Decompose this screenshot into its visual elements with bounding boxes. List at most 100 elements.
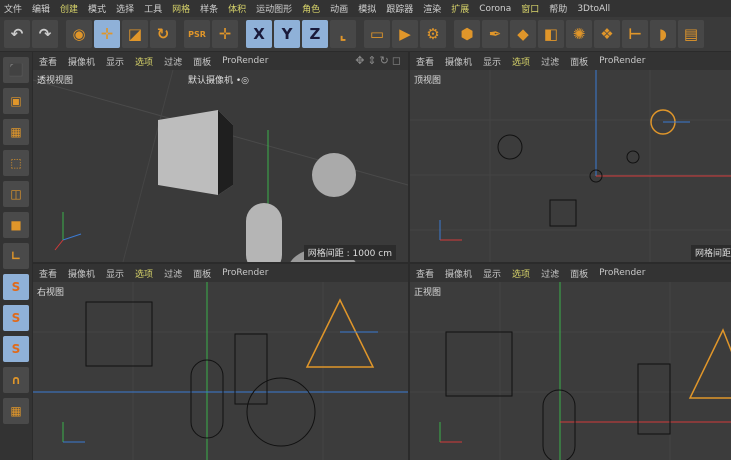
texture-mode-button[interactable]: ▦	[3, 119, 29, 145]
menu-item[interactable]: 样条	[200, 2, 218, 15]
pen-icon: ✒	[488, 25, 502, 43]
snap-button[interactable]: S	[3, 274, 29, 300]
texture-mode-icon: ▦	[10, 125, 22, 139]
viewport-top[interactable]: 查看 摄像机 显示 选项 过滤 面板 ProRender 顶视图 网格间距	[410, 52, 731, 262]
snap-3d-icon: S	[11, 342, 21, 356]
render-view-button[interactable]: ▭	[364, 20, 390, 48]
scale-button[interactable]: ◪	[122, 20, 148, 48]
snap-settings-icon: S	[11, 311, 21, 325]
viewport-right[interactable]: 查看 摄像机 显示 选项 过滤 面板 ProRender 右视图	[33, 264, 408, 460]
viewport-menu-item[interactable]: 查看	[39, 55, 57, 68]
extrude-button[interactable]: ◧	[538, 20, 564, 48]
deformer-button[interactable]: ⊢	[622, 20, 648, 48]
viewport-menu-item[interactable]: 面板	[193, 55, 211, 68]
z-axis-button[interactable]: Z	[302, 20, 328, 48]
viewport-menu-item[interactable]: 面板	[570, 55, 588, 68]
redo-button[interactable]: ↷	[32, 20, 58, 48]
viewport-menu-item[interactable]: ProRender	[599, 56, 645, 66]
move-button[interactable]: ✛	[94, 20, 120, 48]
menu-item[interactable]: 编辑	[32, 2, 50, 15]
world-coord-button[interactable]: ⌞	[330, 20, 356, 48]
viewport-menu-item[interactable]: 选项	[135, 267, 153, 280]
viewport-menu-item[interactable]: 摄像机	[68, 267, 95, 280]
menu-item[interactable]: 网格	[172, 2, 190, 15]
viewport-menu-item[interactable]: ProRender	[222, 56, 268, 66]
select-button[interactable]: ◉	[66, 20, 92, 48]
menu-item[interactable]: 运动图形	[256, 2, 292, 15]
menu-item[interactable]: 模拟	[358, 2, 376, 15]
y-axis-button[interactable]: Y	[274, 20, 300, 48]
viewport-menu-item[interactable]: 面板	[193, 267, 211, 280]
field-button[interactable]: ◗	[650, 20, 676, 48]
viewport-perspective[interactable]: 查看 摄像机 显示 选项 过滤 面板 ProRender ✥⇕↻◻ 透视视图 默认摄像机 •…	[33, 52, 408, 262]
viewport-menu-item[interactable]: 显示	[106, 55, 124, 68]
menu-item[interactable]: 模式	[88, 2, 106, 15]
menu-item[interactable]: 窗口	[521, 2, 539, 15]
pen-button[interactable]: ✒	[482, 20, 508, 48]
menu-item[interactable]: 扩展	[451, 2, 469, 15]
viewport-menu-item[interactable]: 摄像机	[445, 55, 472, 68]
viewport-menu-item[interactable]: 过滤	[164, 55, 182, 68]
snap-3d-button[interactable]: S	[3, 336, 29, 362]
menu-item[interactable]: 创建	[60, 2, 78, 15]
menu-item[interactable]: 角色	[302, 2, 320, 15]
menu-item[interactable]: 3DtoAll	[577, 4, 610, 14]
menu-item[interactable]: 动画	[330, 2, 348, 15]
axis-button[interactable]: ✛	[212, 20, 238, 48]
menu-item[interactable]: 体积	[228, 2, 246, 15]
viewport-menu-item[interactable]: 摄像机	[68, 55, 95, 68]
render-settings-button[interactable]: ⚙	[420, 20, 446, 48]
psr-button[interactable]: PSR	[184, 20, 210, 48]
viewport-menu-item[interactable]: 选项	[135, 55, 153, 68]
viewport-menu-item[interactable]: 选项	[512, 267, 530, 280]
cloner-button[interactable]: ✺	[566, 20, 592, 48]
cloner-icon: ✺	[572, 25, 586, 43]
undo-button[interactable]: ↶	[4, 20, 30, 48]
viewport-menu-item[interactable]: 选项	[512, 55, 530, 68]
viewport-menu-item[interactable]: 查看	[416, 55, 434, 68]
viewport-nav-icons[interactable]: ✥⇕↻◻	[355, 54, 404, 67]
viewport-menu-item[interactable]: 显示	[483, 267, 501, 280]
viewport-menu-item[interactable]: 过滤	[541, 267, 559, 280]
viewport-menu-item[interactable]: 摄像机	[445, 267, 472, 280]
menu-item[interactable]: 选择	[116, 2, 134, 15]
polygons-mode-button[interactable]: ■	[3, 212, 29, 238]
edges-mode-button[interactable]: ◫	[3, 181, 29, 207]
redo-icon: ↷	[38, 25, 52, 43]
scale-icon: ◪	[127, 25, 143, 43]
menu-item[interactable]: 文件	[4, 2, 22, 15]
menu-item[interactable]: Corona	[479, 4, 511, 14]
mograph-button[interactable]: ❖	[594, 20, 620, 48]
rotate-button[interactable]: ↻	[150, 20, 176, 48]
magnet-button[interactable]: ∩	[3, 367, 29, 393]
viewport-front[interactable]: 查看 摄像机 显示 选项 过滤 面板 ProRender 正视图	[410, 264, 731, 460]
make-editable-button[interactable]: ⬛	[3, 57, 29, 83]
menu-item[interactable]: 帮助	[549, 2, 567, 15]
viewport-menu-item[interactable]: 显示	[483, 55, 501, 68]
render-picture-viewer-button[interactable]: ▶	[392, 20, 418, 48]
model-mode-button[interactable]: ▣	[3, 88, 29, 114]
viewport-menu-item[interactable]: ProRender	[599, 268, 645, 278]
viewport-menu-item[interactable]: 过滤	[164, 267, 182, 280]
snap-icon: S	[11, 280, 21, 294]
workplane-button[interactable]: ▦	[3, 398, 29, 424]
viewport-menu-item[interactable]: 查看	[416, 267, 434, 280]
menu-item[interactable]: 渲染	[423, 2, 441, 15]
floor-button[interactable]: ▤	[678, 20, 704, 48]
viewport-menu-item[interactable]: 过滤	[541, 55, 559, 68]
x-axis-button[interactable]: X	[246, 20, 272, 48]
model-mode-icon: ▣	[10, 94, 22, 108]
axis-mode-button[interactable]: ∟	[3, 243, 29, 269]
menu-item[interactable]: 跟踪器	[386, 2, 413, 15]
camera-label[interactable]: 默认摄像机 •◎	[188, 73, 249, 86]
viewport-menu-item[interactable]: 面板	[570, 267, 588, 280]
move-icon: ✛	[100, 25, 114, 43]
snap-settings-button[interactable]: S	[3, 305, 29, 331]
cube-button[interactable]: ⬢	[454, 20, 480, 48]
points-mode-button[interactable]: ⬚	[3, 150, 29, 176]
menu-item[interactable]: 工具	[144, 2, 162, 15]
viewport-menu-item[interactable]: 显示	[106, 267, 124, 280]
subdivision-button[interactable]: ◆	[510, 20, 536, 48]
viewport-menu-item[interactable]: 查看	[39, 267, 57, 280]
viewport-menu-item[interactable]: ProRender	[222, 268, 268, 278]
